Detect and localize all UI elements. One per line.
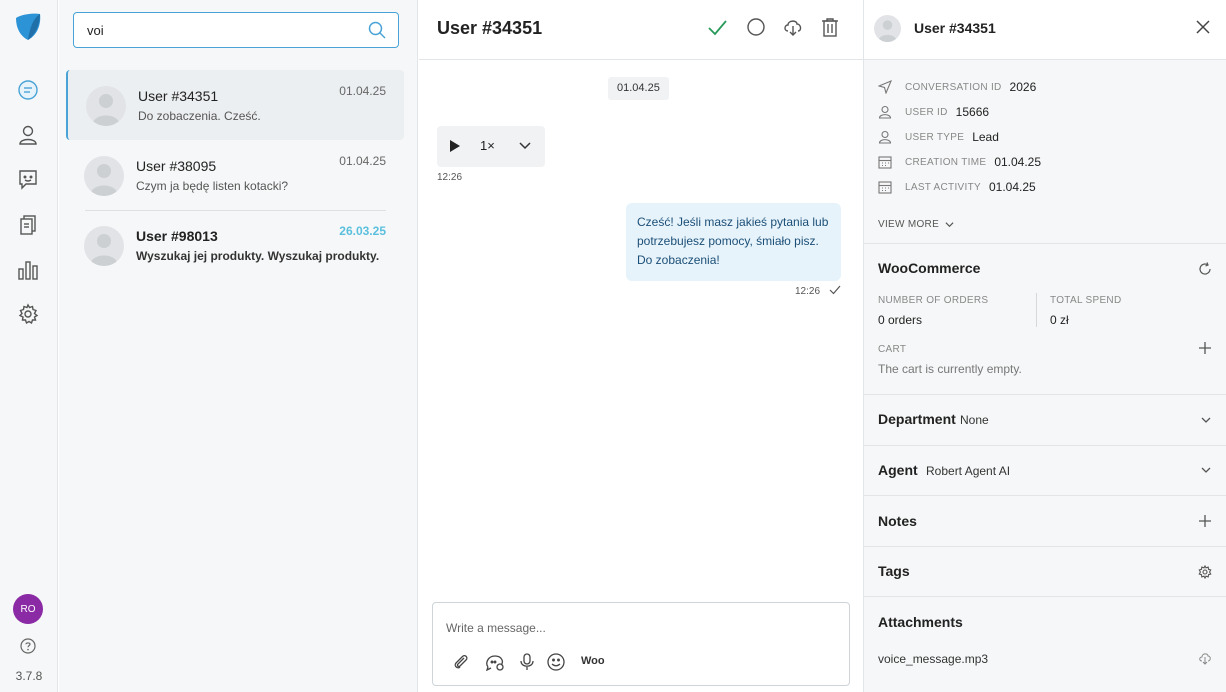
- play-icon[interactable]: [448, 139, 462, 153]
- add-note-icon[interactable]: [1198, 514, 1212, 528]
- user-avatar: [86, 86, 126, 126]
- add-to-cart-icon[interactable]: [1198, 341, 1212, 355]
- info-conversation-id: CONVERSATION ID 2026: [878, 78, 1036, 96]
- conversation-item[interactable]: User #98013 Wyszukaj jej produkty. Wyszu…: [66, 210, 404, 280]
- user-avatar: [84, 226, 124, 266]
- tags-settings-icon[interactable]: [1198, 565, 1212, 579]
- info-user-type: USER TYPE Lead: [878, 128, 999, 146]
- conversation-preview: Do zobaczenia. Cześć.: [138, 109, 261, 123]
- close-icon[interactable]: [1195, 19, 1211, 35]
- message-time: 12:26: [437, 172, 463, 183]
- agent-avatar[interactable]: RO: [13, 594, 43, 624]
- calendar-icon: [878, 155, 892, 169]
- saved-replies-icon[interactable]: [485, 653, 505, 671]
- chat-area: User #34351 01.04.25 1× 12:26 Cześć! Jeś…: [419, 0, 863, 692]
- articles-nav-icon[interactable]: [15, 212, 41, 238]
- check-icon[interactable]: [706, 16, 728, 38]
- chat-header: User #34351: [419, 0, 863, 60]
- section-divider: [864, 546, 1226, 547]
- message-input[interactable]: Write a message...: [446, 621, 546, 635]
- notes-title: Notes: [878, 513, 917, 529]
- tags-title: Tags: [878, 563, 910, 579]
- user-avatar: [874, 15, 901, 42]
- reports-nav-icon[interactable]: [15, 257, 41, 283]
- chevron-down-icon: [945, 222, 954, 228]
- panel-title: User #34351: [914, 20, 996, 36]
- section-divider: [864, 243, 1226, 244]
- playback-speed[interactable]: 1×: [480, 138, 495, 153]
- audio-player: 1×: [437, 126, 545, 167]
- conversation-list: voi User #34351 Do zobaczenia. Cześć. 01…: [59, 0, 418, 692]
- agent-row[interactable]: Agent Robert Agent AI: [864, 446, 1226, 495]
- chat-title: User #34351: [437, 18, 543, 38]
- info-last-activity: LAST ACTIVITY 01.04.25: [878, 178, 1036, 196]
- conversation-name: User #34351: [138, 88, 219, 104]
- microphone-icon[interactable]: [517, 653, 537, 671]
- section-divider: [864, 495, 1226, 496]
- info-user-id: USER ID 15666: [878, 103, 989, 121]
- app-version: 3.7.8: [15, 669, 43, 683]
- total-spend-label: TOTAL SPEND: [1050, 295, 1122, 306]
- app-logo-icon[interactable]: [14, 12, 42, 42]
- info-creation-time: CREATION TIME 01.04.25: [878, 153, 1041, 171]
- search-input[interactable]: voi: [73, 12, 399, 48]
- conversation-date: 01.04.25: [339, 84, 386, 98]
- cart-empty-text: The cart is currently empty.: [878, 362, 1022, 376]
- cart-label: CART: [878, 344, 907, 355]
- conversation-preview: Wyszukaj jej produkty. Wyszukaj produkty…: [136, 249, 380, 263]
- details-panel: User #34351 CONVERSATION ID 2026 USER ID…: [863, 0, 1226, 692]
- emoji-icon[interactable]: [546, 653, 566, 671]
- outgoing-message: Cześć! Jeśli masz jakieś pytania lub pot…: [626, 203, 841, 281]
- user-icon: [878, 130, 892, 144]
- conversation-preview: Czym ja będę listen kotacki?: [136, 179, 289, 193]
- vertical-divider: [1036, 293, 1037, 327]
- search-icon[interactable]: [368, 21, 386, 39]
- conversation-item[interactable]: User #38095 Czym ja będę listen kotacki?…: [66, 140, 404, 210]
- woocommerce-title: WooCommerce: [878, 260, 981, 276]
- message-time: 12:26: [795, 286, 821, 297]
- cloud-download-icon[interactable]: [1198, 651, 1212, 665]
- chatbot-nav-icon[interactable]: [15, 166, 41, 192]
- user-avatar: [84, 156, 124, 196]
- department-row[interactable]: Department None: [864, 395, 1226, 445]
- help-icon[interactable]: [20, 638, 36, 654]
- refresh-icon[interactable]: [1198, 262, 1212, 276]
- user-icon: [878, 105, 892, 119]
- agent-value: Robert Agent AI: [926, 464, 1011, 478]
- sent-check-icon: [829, 285, 841, 295]
- message-composer[interactable]: Write a message... Woo: [432, 602, 850, 686]
- department-value: None: [960, 413, 989, 427]
- conversation-date: 26.03.25: [339, 224, 386, 238]
- nav-rail: RO 3.7.8: [0, 0, 58, 692]
- date-separator: 01.04.25: [608, 77, 669, 100]
- conversation-name: User #38095: [136, 158, 217, 174]
- settings-nav-icon[interactable]: [15, 301, 41, 327]
- conversation-date: 01.04.25: [339, 154, 386, 168]
- view-more-button[interactable]: VIEW MORE: [878, 219, 954, 230]
- attachments-title: Attachments: [878, 614, 963, 630]
- total-spend-value: 0 zł: [1050, 313, 1069, 327]
- orders-label: NUMBER OF ORDERS: [878, 295, 989, 306]
- send-icon: [878, 80, 892, 94]
- chevron-down-icon: [1201, 417, 1211, 423]
- orders-value: 0 orders: [878, 313, 923, 327]
- panel-header: User #34351: [864, 0, 1226, 60]
- attachment-icon[interactable]: [451, 653, 471, 671]
- cloud-download-icon[interactable]: [782, 16, 804, 38]
- conversation-item[interactable]: User #34351 Do zobaczenia. Cześć. 01.04.…: [66, 70, 404, 140]
- search-value[interactable]: voi: [87, 23, 104, 38]
- chevron-down-icon: [1201, 467, 1211, 473]
- section-divider: [864, 596, 1226, 597]
- trash-icon[interactable]: [819, 16, 841, 38]
- chevron-down-icon[interactable]: [517, 138, 533, 154]
- conversations-nav-icon[interactable]: [15, 77, 41, 103]
- attachment-file-link[interactable]: voice_message.mp3: [878, 652, 988, 666]
- circle-icon[interactable]: [745, 16, 767, 38]
- users-nav-icon[interactable]: [15, 122, 41, 148]
- woocommerce-button[interactable]: Woo: [581, 655, 605, 667]
- conversation-name: User #98013: [136, 228, 218, 244]
- calendar-icon: [878, 180, 892, 194]
